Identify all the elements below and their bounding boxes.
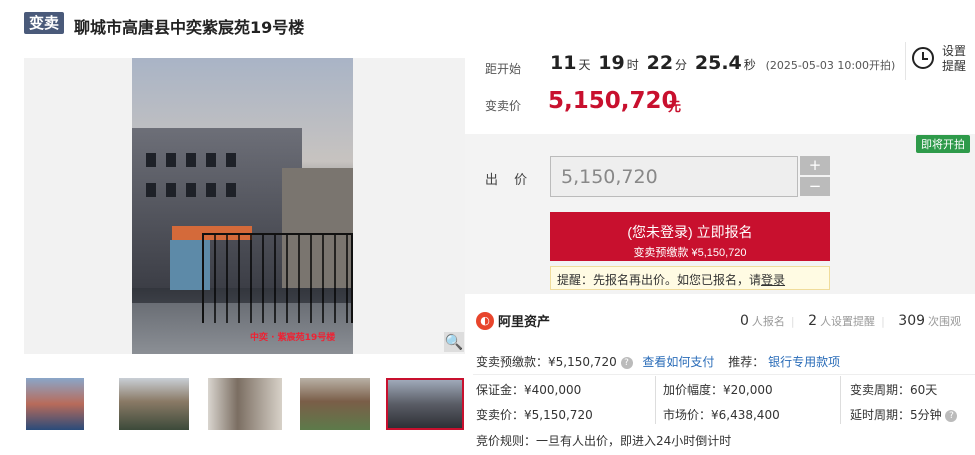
deposit-text: 变卖预缴款：¥5,150,720 <box>476 355 617 369</box>
signup-deposit-label: 变卖预缴款 ¥5,150,720 <box>633 246 747 259</box>
help-icon[interactable]: ? <box>945 409 958 422</box>
how-to-pay-link[interactable]: 查看如何支付 <box>642 355 714 369</box>
set-reminder-label: 设置提醒 <box>942 44 967 73</box>
reminder-count-label: 人设置提醒 <box>820 315 876 328</box>
view-count: 309 <box>898 313 926 329</box>
price-unit: 元 <box>668 100 682 115</box>
login-tip: 提醒：先报名再出价。如您已报名，请登录 <box>550 266 830 290</box>
platform-name: 阿里资产 <box>498 315 551 330</box>
market-price-value: 市场价：¥6,438,400 <box>663 408 780 422</box>
countdown-timer: 11 天 19 时 22 分 25.4 秒 (2025-05-03 10:00开拍) <box>550 52 895 74</box>
deposit-row: 变卖预缴款：¥5,150,720 ? 查看如何支付 推荐： 银行专用款项 <box>476 353 840 370</box>
bond-value: 保证金：¥400,000 <box>476 383 582 397</box>
thumbnail-3[interactable] <box>208 378 282 430</box>
countdown-label: 距开始 <box>485 62 522 76</box>
image-watermark: 中奕 · 紫宸苑19号楼 <box>250 333 336 343</box>
increment-value: 加价幅度：¥20,000 <box>663 383 773 397</box>
magnifier-icon[interactable]: 🔍 <box>444 332 464 352</box>
thumbnail-1[interactable] <box>26 378 84 430</box>
status-badge: 即将开拍 <box>916 135 970 153</box>
signup-button-label: (您未登录) 立即报名 <box>627 223 753 240</box>
view-count-label: 次围观 <box>928 315 962 328</box>
thumbnail-4[interactable] <box>300 378 370 430</box>
set-reminder-button[interactable]: 设置提醒 <box>905 42 970 80</box>
signup-button[interactable]: (您未登录) 立即报名 变卖预缴款 ¥5,150,720 <box>550 212 830 261</box>
signup-count-label: 人报名 <box>751 315 785 328</box>
main-image[interactable]: 中奕 · 紫宸苑19号楼 🔍 <box>24 58 465 354</box>
page-title: 聊城市高唐县中奕紫宸苑19号楼 <box>74 18 305 37</box>
ali-assets-logo-icon: ◐ <box>476 311 494 330</box>
platform-logo: ◐ 阿里资产 <box>476 311 550 330</box>
property-photo: 中奕 · 紫宸苑19号楼 <box>132 58 353 354</box>
increase-bid-button[interactable]: + <box>800 156 830 175</box>
hours-unit: 时 <box>626 58 639 72</box>
price-label: 变卖价 <box>485 99 522 113</box>
decrease-bid-button[interactable]: − <box>800 177 830 196</box>
countdown-hours: 19 <box>598 52 625 74</box>
bid-input[interactable] <box>550 156 798 197</box>
countdown-minutes: 22 <box>646 52 674 74</box>
seconds-unit: 秒 <box>743 58 756 72</box>
alarm-clock-icon <box>912 47 934 69</box>
recommend-label: 推荐： <box>728 355 765 369</box>
auction-stats: 0 人报名 | 2 人设置提醒 | 309 次围观 <box>740 313 962 329</box>
bid-rule: 竞价规则：一旦有人出价，即进入24小时倒计时 <box>476 434 732 448</box>
countdown-days: 11 <box>550 52 577 74</box>
login-link[interactable]: 登录 <box>761 273 785 287</box>
delay-value: 延时周期：5分钟 ? <box>850 406 958 423</box>
delay-text: 延时周期：5分钟 <box>850 408 942 422</box>
bid-label: 出 价 <box>485 173 534 188</box>
signup-count: 0 <box>740 313 749 329</box>
start-time: (2025-05-03 10:00开拍) <box>765 59 896 72</box>
thumbnail-2[interactable] <box>119 378 189 430</box>
sale-price-value: 变卖价：¥5,150,720 <box>476 408 593 422</box>
days-unit: 天 <box>578 58 591 72</box>
help-icon[interactable]: ? <box>620 356 633 369</box>
price-value: 5,150,720 <box>548 88 678 114</box>
reminder-count: 2 <box>808 313 818 329</box>
thumbnail-5-selected[interactable] <box>386 378 464 430</box>
bank-payment-link[interactable]: 银行专用款项 <box>768 355 840 369</box>
minutes-unit: 分 <box>675 58 688 72</box>
tip-text: 提醒：先报名再出价。如您已报名，请 <box>557 273 762 287</box>
countdown-seconds: 25.4 <box>694 52 742 74</box>
period-value: 变卖周期：60天 <box>850 383 938 397</box>
sale-type-tag: 变卖 <box>24 12 65 34</box>
